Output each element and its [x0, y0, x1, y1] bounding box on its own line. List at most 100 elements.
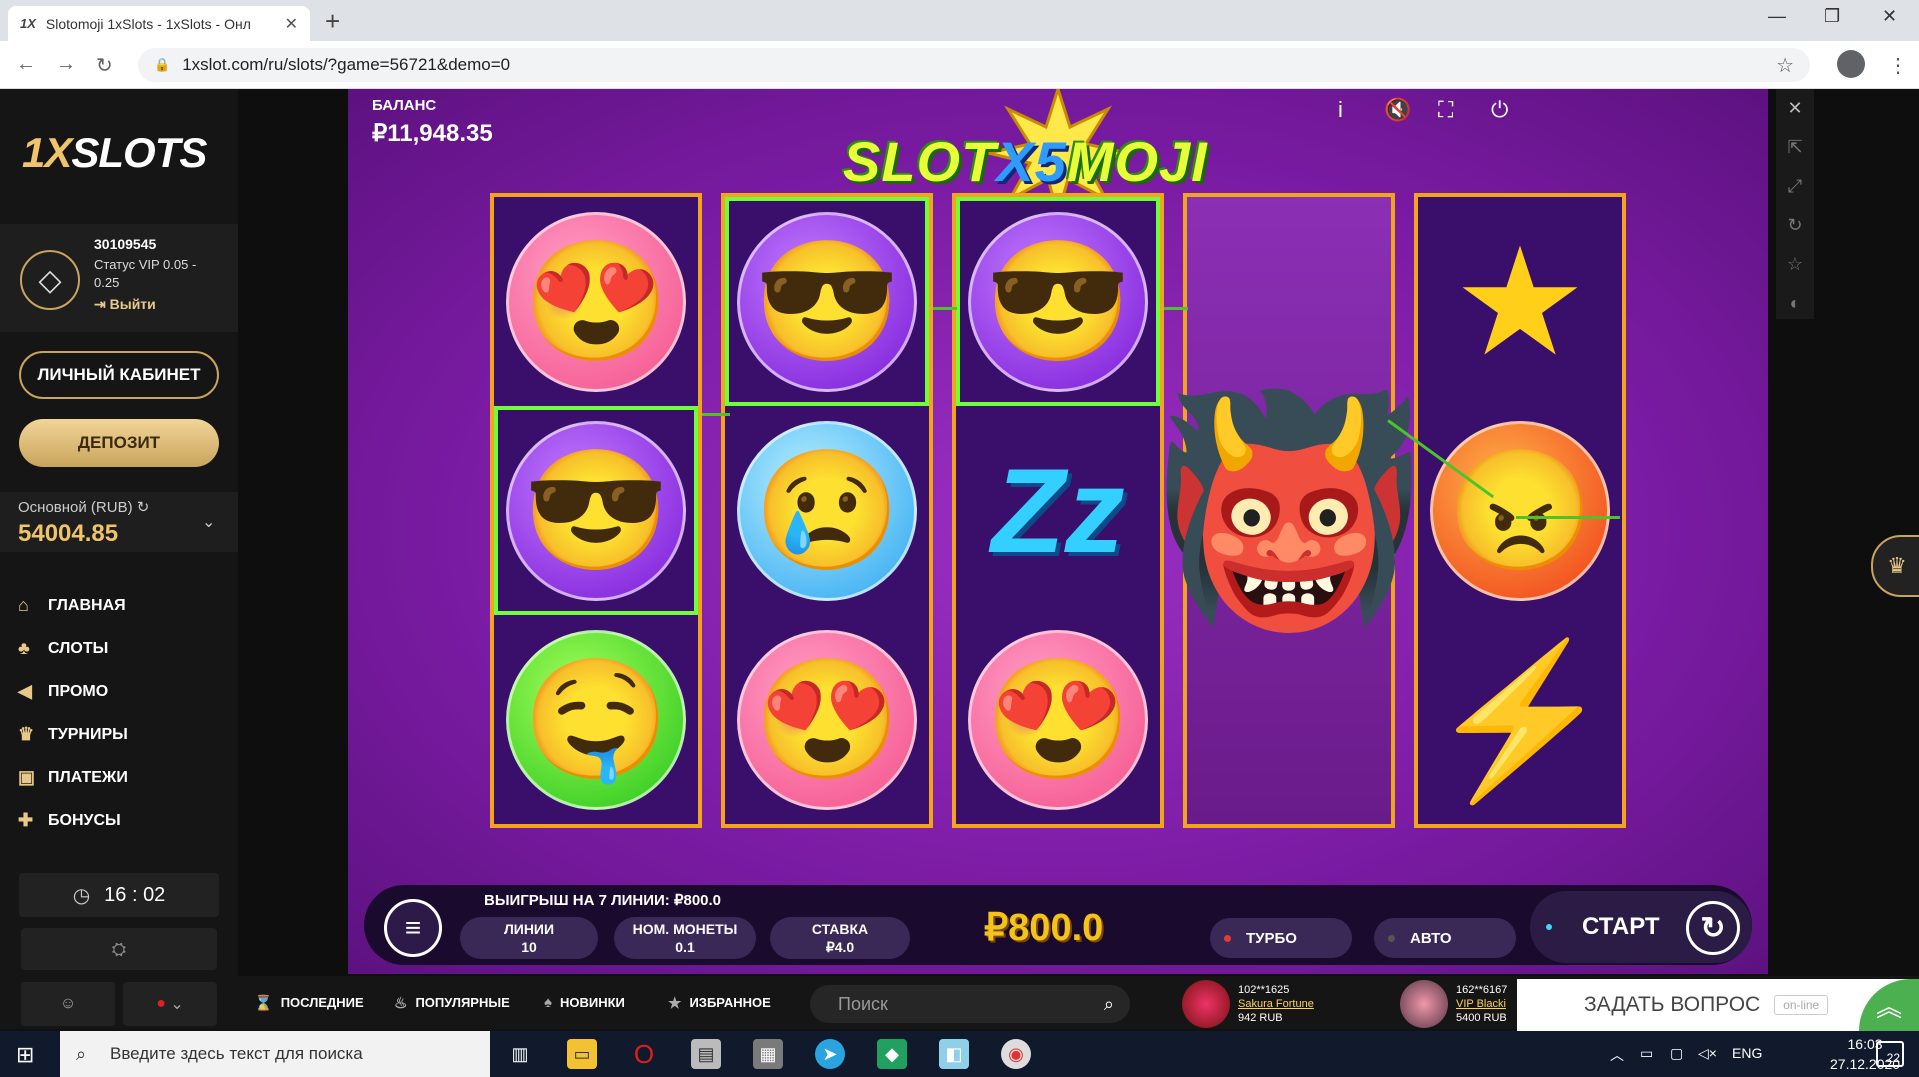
- account-selector[interactable]: Основной (RUB) ↻ 54004.85 ⌄: [0, 492, 238, 552]
- file-explorer-icon[interactable]: ▭: [567, 1039, 597, 1069]
- symbol-sunglasses: 😎: [494, 406, 698, 615]
- refresh-icon: ↻: [136, 499, 150, 516]
- logout-link[interactable]: ⇥ Выйти: [94, 296, 156, 313]
- volume-muted-icon[interactable]: ◁×: [1698, 1045, 1717, 1062]
- vip-diamond-icon: ◇: [20, 250, 80, 310]
- hamburger-menu-icon[interactable]: ≡: [384, 899, 442, 957]
- tab-new[interactable]: ♠ НОВИНКИ: [544, 976, 625, 1029]
- site-logo[interactable]: 1XSLOTS: [22, 129, 207, 177]
- notification-center-icon[interactable]: 22: [1876, 1041, 1904, 1067]
- ask-question-widget[interactable]: ЗАДАТЬ ВОПРОС on-line ︽: [1517, 979, 1919, 1031]
- sidebar-item-home[interactable]: ⌂ ГЛАВНАЯ: [18, 584, 128, 627]
- slot-game[interactable]: БАЛАНС ₽11,948.35 SLOTX5MOJI i 🔇 ⛶ ⏻ 😍 😎…: [348, 89, 1768, 974]
- battery-icon[interactable]: ▭: [1640, 1045, 1653, 1062]
- win-line: [1164, 307, 1188, 310]
- app-icon[interactable]: ◆: [877, 1039, 907, 1069]
- star-icon: ★: [668, 994, 682, 1012]
- share-icon[interactable]: ⇱: [1776, 128, 1814, 167]
- game-side-toolbar: ✕ ⇱ ⤢ ↻ ☆ ◐: [1776, 89, 1814, 319]
- windows-start-icon[interactable]: ⊞: [16, 1042, 34, 1068]
- chevron-up-icon[interactable]: ︽: [1859, 979, 1919, 1031]
- auto-toggle[interactable]: АВТО: [1374, 918, 1516, 958]
- browser-tab[interactable]: 1X Slotomoji 1xSlots - 1xSlots - Онл ✕: [8, 6, 310, 41]
- sidebar-item-slots[interactable]: ♣ СЛОТЫ: [18, 627, 128, 670]
- bet-selector[interactable]: СТАВКА ₽4.0: [770, 917, 910, 959]
- browser-menu-icon[interactable]: ⋮: [1888, 53, 1908, 78]
- language-selector[interactable]: ● ⌄: [123, 982, 217, 1026]
- search-icon[interactable]: ⌕: [1104, 994, 1114, 1015]
- sidebar-item-promo[interactable]: ◀ ПРОМО: [18, 670, 128, 713]
- telegram-icon[interactable]: ➤: [815, 1039, 845, 1069]
- recent-winner[interactable]: 102**1625 Sakura Fortune 942 RUB: [1182, 980, 1314, 1028]
- home-icon: ⌂: [18, 595, 29, 615]
- mute-icon[interactable]: 🔇: [1384, 97, 1411, 123]
- chevron-down-icon[interactable]: ⌄: [202, 512, 215, 532]
- chevron-down-icon: ⌄: [170, 996, 184, 1013]
- favorite-star-icon[interactable]: ☆: [1776, 245, 1814, 284]
- symbol-heart-eyes: 😍: [956, 615, 1160, 824]
- recent-winner[interactable]: 162**6167 VIP Blacki 5400 RUB: [1400, 980, 1507, 1028]
- network-icon[interactable]: ▢: [1670, 1045, 1683, 1062]
- start-spin-button[interactable]: СТАРТ ↻: [1530, 891, 1752, 963]
- toggle-icon[interactable]: ◐: [1776, 284, 1814, 323]
- sidebar-item-payments[interactable]: ▣ ПЛАТЕЖИ: [18, 756, 128, 799]
- balance-label: БАЛАНС: [372, 97, 437, 114]
- win-line: [933, 307, 957, 310]
- tab-close-icon[interactable]: ✕: [285, 14, 298, 34]
- forward-icon[interactable]: →: [56, 53, 76, 76]
- support-agent-button[interactable]: ☺: [21, 982, 115, 1026]
- info-icon[interactable]: i: [1338, 97, 1343, 123]
- expand-icon[interactable]: ⤢: [1776, 167, 1814, 206]
- task-view-icon[interactable]: ▥: [505, 1039, 535, 1069]
- refresh-icon[interactable]: ↻: [1776, 206, 1814, 245]
- balance-value: ₽11,948.35: [372, 120, 493, 147]
- coin-value-selector[interactable]: НОМ. МОНЕТЫ 0.1: [614, 917, 756, 959]
- browser-tabbar: 1X Slotomoji 1xSlots - 1xSlots - Онл ✕ +…: [0, 0, 1919, 41]
- turbo-toggle[interactable]: ТУРБО: [1210, 918, 1352, 958]
- lines-selector[interactable]: ЛИНИИ 10: [460, 917, 598, 959]
- symbol-drooling: 🤤: [494, 615, 698, 824]
- symbol-angry: 😠: [1418, 406, 1622, 615]
- app-icon[interactable]: ▤: [691, 1039, 721, 1069]
- bookmark-star-icon[interactable]: ☆: [1776, 53, 1794, 78]
- sidebar-item-bonuses[interactable]: ✚ БОНУСЫ: [18, 799, 128, 842]
- tab-popular[interactable]: ♨ ПОПУЛЯРНЫЕ: [394, 976, 510, 1029]
- calculator-icon[interactable]: ▦: [753, 1039, 783, 1069]
- chrome-icon[interactable]: ◉: [1001, 1039, 1031, 1069]
- profile-avatar-icon[interactable]: [1837, 50, 1865, 78]
- restore-icon[interactable]: ❐: [1824, 6, 1840, 27]
- language-indicator[interactable]: ENG: [1732, 1045, 1762, 1061]
- spin-icon: ↻: [1686, 901, 1740, 955]
- game-search-input[interactable]: Поиск ⌕: [810, 985, 1130, 1023]
- sidebar-item-tournaments[interactable]: ♛ ТУРНИРЫ: [18, 713, 128, 756]
- fullscreen-icon[interactable]: ⛶: [1438, 97, 1453, 123]
- minimize-icon[interactable]: —: [1768, 6, 1786, 27]
- vip-status: Статус VIP 0.05 - 0.25: [94, 257, 197, 290]
- power-icon[interactable]: ⏻: [1491, 97, 1508, 123]
- hourglass-icon: ⌛: [254, 994, 273, 1012]
- game-logo: SLOTX5MOJI: [843, 130, 1208, 193]
- new-tab-icon[interactable]: +: [325, 6, 340, 37]
- reel-4: 👹: [1152, 193, 1426, 828]
- back-icon[interactable]: ←: [16, 53, 36, 76]
- close-icon[interactable]: ✕: [1776, 89, 1814, 128]
- winner-avatar: [1182, 980, 1230, 1028]
- app-icon[interactable]: ◧: [939, 1039, 969, 1069]
- trophy-icon: ♛: [18, 724, 35, 744]
- reel-1: 😍 😎 🤤: [490, 193, 702, 828]
- url-text: 1xslot.com/ru/slots/?game=56721&demo=0: [182, 55, 511, 74]
- cabinet-button[interactable]: ЛИЧНЫЙ КАБИНЕТ: [19, 351, 219, 399]
- tray-chevron-up-icon[interactable]: ︿: [1610, 1045, 1624, 1065]
- android-app-button[interactable]: ⛭: [21, 928, 217, 970]
- reload-icon[interactable]: ↻: [96, 53, 113, 78]
- winner-avatar: [1400, 980, 1448, 1028]
- clock-hours: 16: [104, 883, 127, 906]
- url-field[interactable]: 🔒 1xslot.com/ru/slots/?game=56721&demo=0…: [138, 48, 1810, 82]
- deposit-button[interactable]: ДЕПОЗИТ: [19, 419, 219, 467]
- taskbar-search-input[interactable]: ⌕ Введите здесь текст для поиска: [60, 1031, 490, 1077]
- tab-recent[interactable]: ⌛ ПОСЛЕДНИЕ: [254, 976, 364, 1029]
- window-close-icon[interactable]: ✕: [1882, 6, 1897, 27]
- opera-icon[interactable]: O: [629, 1039, 659, 1069]
- user-panel: ◇ 30109545 Статус VIP 0.05 - 0.25 ⇥ Выйт…: [0, 224, 238, 332]
- tab-favorites[interactable]: ★ ИЗБРАННОЕ: [668, 976, 771, 1029]
